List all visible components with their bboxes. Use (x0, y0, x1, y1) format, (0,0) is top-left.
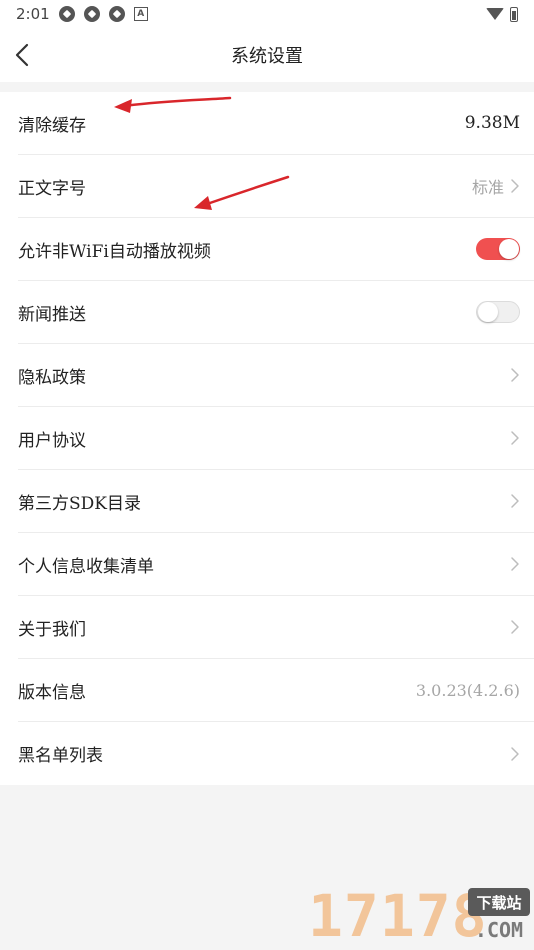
setting-label: 第三方SDK目录 (18, 493, 141, 514)
page-title: 系统设置 (231, 46, 303, 67)
setting-label: 黑名单列表 (18, 746, 103, 766)
setting-label: 用户协议 (18, 430, 86, 451)
toggle-knob (499, 239, 519, 259)
status-left: 2:01 A (16, 5, 148, 23)
wifi-icon (486, 8, 504, 20)
setting-right (510, 493, 520, 509)
setting-label: 正文字号 (18, 178, 86, 199)
setting-agreement[interactable]: 用户协议 (18, 407, 534, 470)
setting-label: 个人信息收集清单 (18, 556, 154, 577)
setting-right (476, 301, 520, 323)
chevron-right-icon (511, 746, 519, 761)
setting-autoplay: 允许非WiFi自动播放视频 (18, 218, 534, 281)
section-gap (0, 82, 534, 92)
setting-sdk[interactable]: 第三方SDK目录 (18, 470, 534, 533)
setting-label: 版本信息 (18, 682, 86, 703)
autoplay-toggle[interactable] (476, 238, 520, 260)
chevron-right-icon (511, 431, 519, 445)
setting-right: 标准 (472, 174, 520, 198)
setting-label: 允许非WiFi自动播放视频 (18, 241, 211, 262)
setting-clear-cache[interactable]: 清除缓存 9.38M (18, 92, 534, 155)
app-icon (83, 6, 100, 22)
nav-bar: 系统设置 (0, 28, 534, 82)
app-icon (108, 6, 125, 22)
setting-push: 新闻推送 (18, 281, 534, 344)
chevron-right-icon (511, 179, 519, 193)
setting-right (476, 238, 520, 260)
font-size-value: 标准 (471, 178, 504, 197)
setting-personal-info[interactable]: 个人信息收集清单 (18, 533, 534, 596)
watermark-digits: 17178 (308, 882, 488, 950)
chevron-right-icon (511, 494, 519, 508)
setting-right (510, 430, 520, 446)
chevron-right-icon (511, 368, 519, 382)
setting-right (510, 367, 520, 383)
watermark: 17178 下载站 .COM (308, 882, 534, 950)
setting-right (510, 556, 520, 572)
setting-right: 3.0.23(4.2.6) (416, 681, 520, 700)
setting-right (510, 746, 520, 762)
chevron-right-icon (511, 620, 519, 634)
toggle-knob (478, 302, 498, 322)
app-icon (58, 6, 75, 22)
chevron-left-icon[interactable] (10, 41, 38, 69)
setting-privacy[interactable]: 隐私政策 (18, 344, 534, 407)
status-bar: 2:01 A (0, 0, 534, 28)
status-time: 2:01 (16, 5, 50, 23)
settings-list: 清除缓存 9.38M 正文字号 标准 允许非WiFi自动播放视频 新闻推送 隐私… (0, 92, 534, 785)
cache-size-value: 9.38M (464, 113, 520, 133)
watermark-domain: .COM (474, 918, 524, 942)
setting-blacklist[interactable]: 黑名单列表 (18, 722, 534, 785)
version-value: 3.0.23(4.2.6) (415, 680, 520, 700)
setting-about[interactable]: 关于我们 (18, 596, 534, 659)
setting-version: 版本信息 3.0.23(4.2.6) (18, 659, 534, 722)
a-icon: A (133, 7, 148, 21)
setting-label: 关于我们 (18, 619, 86, 640)
setting-label: 新闻推送 (18, 304, 86, 325)
status-right (486, 6, 518, 22)
setting-label: 隐私政策 (18, 367, 86, 388)
watermark-badge: 下载站 (468, 888, 530, 916)
setting-label: 清除缓存 (18, 115, 86, 136)
setting-right (510, 619, 520, 635)
setting-font-size[interactable]: 正文字号 标准 (18, 155, 534, 218)
chevron-right-icon (511, 557, 519, 571)
setting-right: 9.38M (465, 113, 520, 133)
push-toggle[interactable] (476, 301, 520, 323)
battery-icon (510, 6, 518, 22)
